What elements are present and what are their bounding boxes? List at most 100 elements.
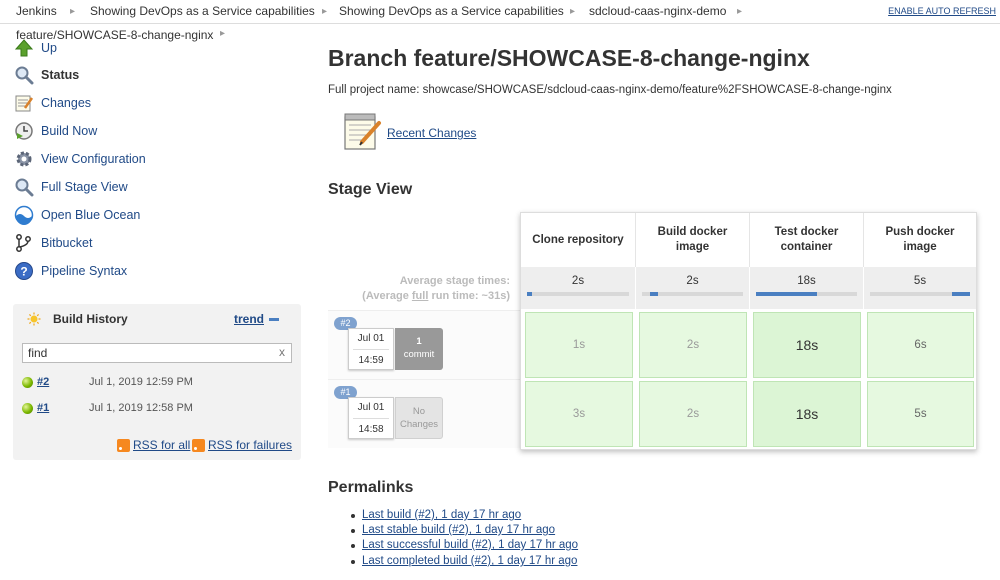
task-build-now[interactable]: Build Now [14,120,97,142]
chevron-right-icon[interactable]: ▸ [570,0,575,23]
build-number-link[interactable]: #1 [37,402,49,414]
clear-search-button[interactable]: x [279,345,285,359]
breadcrumb-jenkins[interactable]: Jenkins [16,0,57,23]
run-date-box: Jul 01 14:59 [348,328,394,370]
task-changes[interactable]: Changes [14,92,91,114]
permalink-last-stable[interactable]: Last stable build (#2), 1 day 17 hr ago [362,524,555,536]
run-date: Jul 01 [357,333,385,344]
task-label[interactable]: Pipeline Syntax [41,264,127,278]
stage-average-cell: 2s [521,267,635,309]
rss-all-link[interactable]: RSS for all [133,438,190,452]
stage-average-bar-fill [756,292,817,296]
svg-text:?: ? [20,265,27,279]
permalink-item: Last build (#2), 1 day 17 hr ago [351,509,521,521]
stage-cell-success[interactable]: 18s [753,312,861,378]
run-changes-box: No Changes [395,397,443,439]
chevron-right-icon[interactable]: ▸ [70,0,75,23]
stage-average-time: 18s [797,275,816,287]
bitbucket-branch-icon [14,233,34,253]
notepad-icon[interactable] [342,111,382,151]
stage-cell-success[interactable]: 5s [867,381,974,447]
permalink-item: Last stable build (#2), 1 day 17 hr ago [351,524,555,536]
full-project-name: Full project name: showcase/SHOWCASE/sdc… [328,84,892,96]
run-time: 14:58 [358,424,384,435]
task-bitbucket[interactable]: Bitbucket [14,232,92,254]
bullet-icon [351,514,355,518]
rss-failures-link[interactable]: RSS for failures [208,438,292,452]
permalinks-title: Permalinks [328,479,414,496]
task-label[interactable]: Build Now [41,124,97,138]
build-date-link[interactable]: Jul 1, 2019 12:59 PM [89,376,193,388]
magnifier-icon [14,65,34,85]
enable-auto-refresh-link[interactable]: ENABLE AUTO REFRESH [888,0,996,23]
task-full-stage-view[interactable]: Full Stage View [14,176,128,198]
chevron-right-icon[interactable]: ▸ [737,0,742,23]
trend-link[interactable]: trend [234,312,264,326]
breadcrumb-folder-1[interactable]: Showing DevOps as a Service capabilities [90,0,315,23]
run-changes-box[interactable]: 1 commit [395,328,443,370]
task-open-blue-ocean[interactable]: Open Blue Ocean [14,204,140,226]
task-label[interactable]: Open Blue Ocean [41,208,140,222]
task-label[interactable]: Changes [41,96,91,110]
stage-cell-success[interactable]: 2s [639,381,747,447]
stage-header-clone: Clone repository [532,233,624,246]
stage-cell-success[interactable]: 18s [753,381,861,447]
stage-average-time: 5s [913,275,927,287]
breadcrumb-project[interactable]: sdcloud-caas-nginx-demo [589,0,726,23]
task-label[interactable]: Bitbucket [41,236,92,250]
build-search-input[interactable]: find [22,343,292,363]
stage-cell-success[interactable]: 2s [639,312,747,378]
run-date: Jul 01 [357,402,385,413]
task-label[interactable]: View Configuration [41,152,146,166]
permalink-item: Last completed build (#2), 1 day 17 hr a… [351,555,577,567]
task-label[interactable]: Up [41,41,57,55]
average-run-prefix: (Average [362,290,412,302]
rss-icon[interactable] [192,439,205,452]
run-date-box: Jul 01 14:58 [348,397,394,439]
stage-average-bar [756,292,857,296]
chevron-right-icon[interactable]: ▸ [220,28,225,39]
breadcrumb-folder-2[interactable]: Showing DevOps as a Service capabilities [339,0,564,23]
average-run-suffix: run time: ~31s) [428,290,510,302]
task-pipeline-syntax[interactable]: ? Pipeline Syntax [14,260,127,282]
breadcrumb: Jenkins ▸ Showing DevOps as a Service ca… [0,0,1000,24]
build-date-link[interactable]: Jul 1, 2019 12:58 PM [89,402,193,414]
stage-cell-success[interactable]: 1s [525,312,633,378]
help-icon: ? [14,261,34,281]
permalink-item: Last successful build (#2), 1 day 17 hr … [351,539,578,551]
rss-links: RSS for all RSS for failures [13,437,301,455]
changes-count: 1 [416,336,422,347]
page-title: Branch feature/SHOWCASE-8-change-nginx [328,45,810,71]
trend-icon[interactable] [269,318,279,321]
recent-changes-link[interactable]: Recent Changes [387,126,476,140]
stage-average-bar-fill [952,292,970,296]
average-run-time-label: (Average full run time: ~31s) [330,290,510,302]
stage-header-test: Test docker container [749,213,863,267]
pipeline-run-row: #2 Jul 01 14:59 1 commit [328,310,520,379]
chevron-right-icon[interactable]: ▸ [322,0,327,23]
task-view-configuration[interactable]: View Configuration [14,148,146,170]
rss-icon[interactable] [117,439,130,452]
permalink-last-completed[interactable]: Last completed build (#2), 1 day 17 hr a… [362,555,577,567]
success-ball-icon[interactable] [22,377,33,388]
task-label[interactable]: Status [41,68,79,82]
stage-average-bar [870,292,970,296]
task-up[interactable]: Up [14,37,57,59]
permalink-last-successful[interactable]: Last successful build (#2), 1 day 17 hr … [362,539,578,551]
stage-view-table: Clone repository Build docker image Test… [520,212,977,450]
stage-cell-success[interactable]: 3s [525,381,633,447]
clock-play-icon [14,121,34,141]
success-ball-icon[interactable] [22,403,33,414]
pipeline-run-row: #1 Jul 01 14:58 No Changes [328,379,520,448]
build-history-header: Build History trend [13,304,301,334]
gear-icon [14,149,34,169]
task-status[interactable]: Status [14,64,79,86]
permalink-last-build[interactable]: Last build (#2), 1 day 17 hr ago [362,509,521,521]
bullet-icon [351,560,355,564]
stage-average-time: 2s [571,275,585,287]
build-history-row: #1 Jul 1, 2019 12:58 PM [13,396,301,422]
stage-cell-success[interactable]: 6s [867,312,974,378]
changes-count: No [412,406,426,417]
task-label[interactable]: Full Stage View [41,180,128,194]
build-number-link[interactable]: #2 [37,376,49,388]
